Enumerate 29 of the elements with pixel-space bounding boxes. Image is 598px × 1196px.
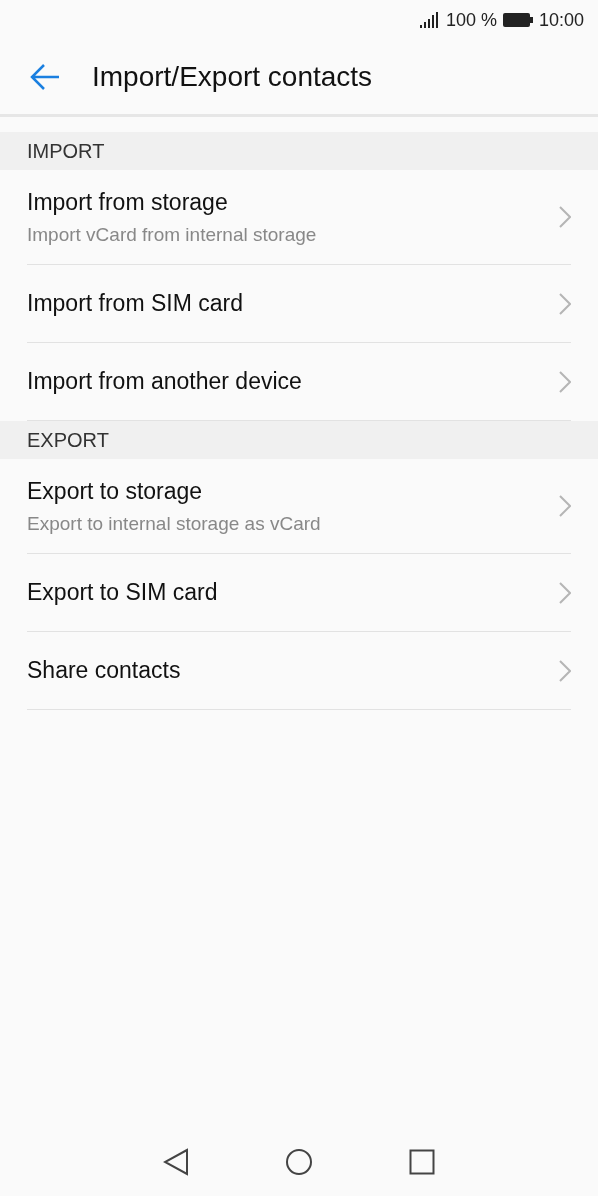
- recents-nav-icon[interactable]: [409, 1149, 435, 1175]
- chevron-icon: [559, 659, 571, 682]
- chevron-icon: [559, 206, 571, 228]
- chevron-icon: [559, 292, 571, 315]
- menu-item[interactable]: Share contacts: [27, 632, 571, 710]
- battery-icon: [502, 13, 533, 27]
- chevron-icon: [559, 370, 571, 393]
- home-nav-icon[interactable]: [285, 1148, 313, 1176]
- menu-item[interactable]: Import from storage Import vCard from internal storage: [27, 170, 571, 265]
- item-title: Import from SIM card: [27, 289, 243, 319]
- item-title: Import from storage: [27, 187, 229, 217]
- screen-title: Import/Export contacts: [92, 60, 373, 94]
- item-subtitle: Import vCard from internal storage: [27, 223, 317, 247]
- item-title: Share contacts: [27, 656, 181, 686]
- item-subtitle: Export to internal storage as vCard: [27, 512, 321, 536]
- battery-percentage: 100 %: [445, 8, 497, 32]
- item-title: Export to storage: [27, 476, 204, 506]
- menu-item[interactable]: Export to storage Export to internal storage as vCard: [27, 459, 571, 554]
- chevron-icon: [559, 495, 571, 517]
- clock: 10:00: [538, 8, 584, 32]
- item-title: Export to SIM card: [27, 578, 218, 608]
- section-header: IMPORT: [27, 139, 105, 164]
- chevron-icon: [559, 581, 571, 604]
- back-nav-icon[interactable]: [163, 1148, 189, 1176]
- menu-item[interactable]: Import from SIM card: [27, 265, 571, 343]
- item-title: Import from another device: [27, 367, 302, 397]
- section-header: EXPORT: [27, 428, 109, 453]
- menu-item[interactable]: Export to SIM card: [27, 554, 571, 632]
- signal-icon: [419, 12, 440, 28]
